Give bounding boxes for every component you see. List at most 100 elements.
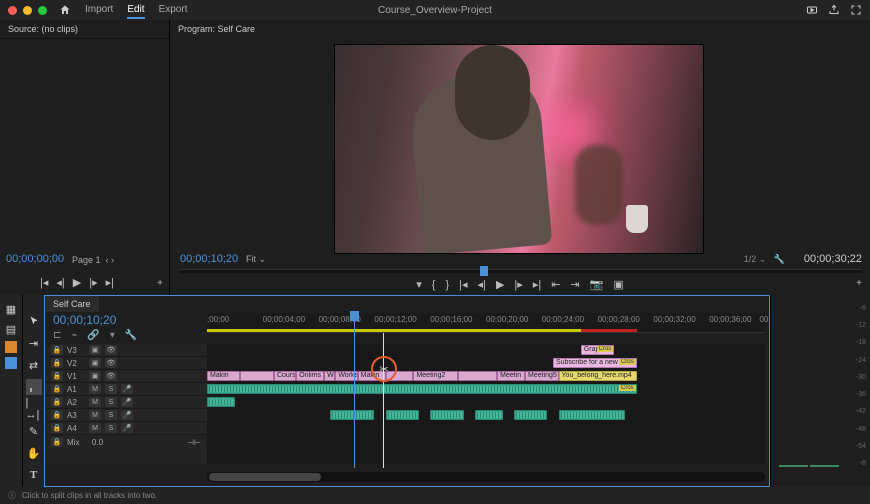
goto-in-button[interactable]: |◂ [459,278,467,291]
track-header-v2[interactable]: 🔒V2▣👁 [45,357,207,370]
track-select-tool[interactable]: ⇥ [26,335,42,351]
clip[interactable]: W [324,371,335,381]
step-back-button[interactable]: ◂| [478,278,486,291]
extract-button[interactable]: ⇥ [570,278,579,291]
close-window-button[interactable] [8,6,17,15]
source-add-button[interactable]: + [157,278,163,289]
settings-icon[interactable]: 🔧 [125,330,137,341]
comparison-button[interactable]: ▣ [613,278,623,291]
track-v1[interactable]: Makin Cours Onlims W Works Makin Meeting… [207,370,765,383]
track-a4[interactable] [207,422,765,435]
track-header-a1[interactable]: 🔒A1MS🎤 [45,383,207,396]
goto-in-button[interactable]: |◂ [40,276,48,289]
audio-clip[interactable] [207,397,235,407]
audio-clip[interactable] [514,410,547,420]
export-frame-button[interactable]: 📷 [590,278,604,291]
goto-out-button[interactable]: ▸| [533,278,541,291]
program-resolution-select[interactable]: 1/2 ⌄ 🔧 [744,254,785,265]
markers-icon[interactable]: ▾ [110,330,115,341]
fullscreen-icon[interactable] [850,4,862,16]
mix-track-header[interactable]: 🔒Mix 0.0⊣⊢ [45,435,207,449]
share-icon[interactable] [828,4,840,16]
work-area-bar[interactable] [207,329,581,332]
program-tab[interactable]: Program: Self Care [170,20,870,38]
program-timecode-in[interactable]: 00;00;10;20 [180,253,238,265]
track-header-a4[interactable]: 🔒A4MS🎤 [45,422,207,435]
add-marker-button[interactable]: ▾ [416,278,422,291]
slip-tool[interactable]: |↔| [26,401,42,417]
track-v2[interactable]: Subscribe for a new SeCros [207,357,765,370]
audio-clip[interactable] [475,410,503,420]
clip-graphic[interactable]: GraphicCros [581,345,614,355]
audio-clip[interactable] [330,410,375,420]
track-header-v3[interactable]: 🔒V3▣👁 [45,344,207,357]
razor-tool[interactable] [26,379,42,395]
clip[interactable]: Onlims [296,371,324,381]
pen-tool[interactable]: ✎ [26,423,42,439]
audio-clip[interactable] [430,410,463,420]
program-scrubber[interactable] [180,269,862,273]
program-monitor-panel: Program: Self Care 00;00;10;20 Fit ⌄ 1/2… [170,20,870,295]
clip[interactable] [458,371,497,381]
minimize-window-button[interactable] [23,6,32,15]
maximize-window-button[interactable] [38,6,47,15]
tracks-area[interactable]: GraphicCros Subscribe for a new SeCros M… [207,344,765,464]
mark-in-button[interactable]: { [432,279,436,291]
clip[interactable]: Meetin [497,371,525,381]
track-v3[interactable]: GraphicCros [207,344,765,357]
step-forward-button[interactable]: |▸ [514,278,522,291]
snap-icon[interactable]: ⌁ [71,330,77,341]
program-viewer[interactable] [334,44,704,254]
tab-export[interactable]: Export [159,2,188,19]
track-a1[interactable]: Cros [207,383,765,396]
ripple-edit-tool[interactable]: ⇄ [26,357,42,373]
track-a3[interactable] [207,409,765,422]
clip[interactable] [240,371,273,381]
playhead[interactable] [354,313,355,468]
audio-clip[interactable] [386,410,419,420]
timeline-timecode[interactable]: 00;00;10;20 [53,313,116,327]
track-header-v1[interactable]: 🔒V1▣👁 [45,370,207,383]
quick-export-icon[interactable] [806,4,818,16]
track-header-a3[interactable]: 🔒A3MS🎤 [45,409,207,422]
clip-you-belong[interactable]: You_belong_here.mp4 [559,371,637,381]
mark-out-button[interactable]: } [445,279,449,291]
nested-seq-icon[interactable]: ⊏ [53,330,61,341]
clip[interactable]: Makin [207,371,240,381]
play-button[interactable]: ▶ [73,276,81,289]
selection-tool[interactable] [26,313,42,329]
audio-clip[interactable] [559,410,626,420]
play-button[interactable]: ▶ [496,278,504,291]
label-swatch-blue[interactable] [5,357,17,369]
home-icon[interactable] [59,4,71,16]
audio-clip[interactable]: Cros [207,384,637,394]
label-swatch-orange[interactable] [5,341,17,353]
program-zoom-select[interactable]: Fit ⌄ [246,254,266,265]
clip[interactable]: Cours [274,371,296,381]
track-header-a2[interactable]: 🔒A2MS🎤 [45,396,207,409]
clip[interactable]: Meeting2 [413,371,458,381]
source-tab[interactable]: Source: (no clips) [0,20,169,39]
clip[interactable]: Meeting5 [525,371,558,381]
lift-button[interactable]: ⇤ [551,278,560,291]
program-button-editor[interactable]: + [856,278,862,289]
goto-out-button[interactable]: ▸| [106,276,114,289]
hand-tool[interactable]: ✋ [26,445,42,461]
tab-import[interactable]: Import [85,2,113,19]
media-browser-icon[interactable]: ▤ [3,321,19,337]
track-a2[interactable] [207,396,765,409]
project-title: Course_Overview-Project [378,5,492,16]
program-timecode-out[interactable]: 00;00;30;22 [804,253,862,265]
type-tool[interactable]: T [26,467,42,483]
linked-selection-icon[interactable]: 🔗 [87,330,99,341]
window-controls [8,6,47,15]
project-icon[interactable]: ▦ [3,301,19,317]
tab-edit[interactable]: Edit [127,2,144,19]
sequence-tab[interactable]: Self Care [45,296,99,312]
timeline-horizontal-scroll[interactable] [207,472,765,482]
timeline-ruler[interactable]: ;00;00 00;00;04;00 00;00;08;00 00;00;12;… [207,313,765,333]
clip-subscribe[interactable]: Subscribe for a new SeCros [553,358,637,368]
step-back-button[interactable]: ◂| [56,276,64,289]
source-timecode[interactable]: 00;00;00;00 [6,253,64,265]
step-forward-button[interactable]: |▸ [89,276,97,289]
